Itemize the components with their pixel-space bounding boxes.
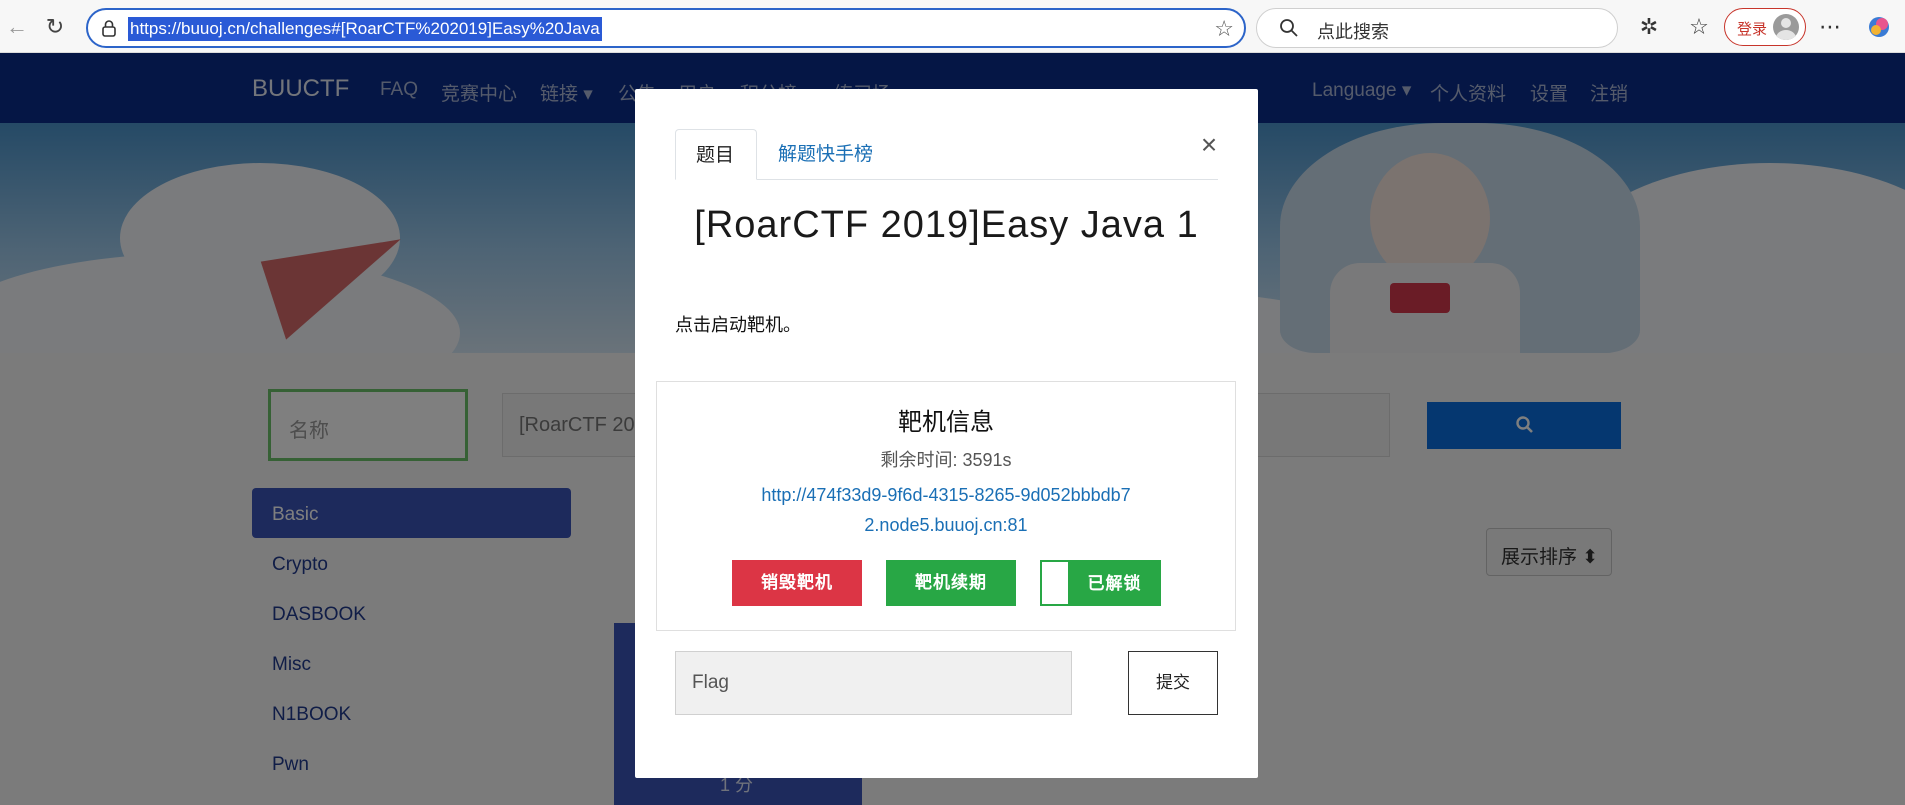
close-icon[interactable]: × — [1197, 131, 1221, 159]
profile-login-button[interactable]: 登录 — [1724, 8, 1806, 46]
challenge-modal: 题目 解题快手榜 × [RoarCTF 2019]Easy Java 1 点击启… — [635, 89, 1258, 778]
browser-search-box[interactable]: 点此搜索 — [1256, 8, 1618, 48]
favorites-icon[interactable]: ☆ — [1684, 12, 1714, 42]
flag-input[interactable]: Flag — [675, 651, 1072, 715]
target-time-left: 剩余时间: 3591s — [880, 450, 1012, 470]
target-url-link[interactable]: http://474f33d9-9f6d-4315-8265-9d052bbbd… — [757, 480, 1135, 540]
url-text[interactable]: https://buuoj.cn/challenges#[RoarCTF%202… — [128, 17, 602, 41]
copilot-icon[interactable] — [1864, 12, 1894, 42]
toggle-switch-knob — [1042, 562, 1068, 604]
target-machine-panel: 靶机信息 剩余时间: 3591s http://474f33d9-9f6d-43… — [656, 381, 1236, 631]
avatar-icon — [1773, 14, 1799, 40]
tab-solves-ranking[interactable]: 解题快手榜 — [758, 129, 893, 180]
browser-toolbar: ← ↻ https://buuoj.cn/challenges#[RoarCTF… — [0, 0, 1905, 53]
search-placeholder: 点此搜索 — [1317, 22, 1389, 42]
back-icon[interactable]: ← — [0, 10, 34, 44]
search-icon — [1280, 19, 1298, 37]
submit-flag-button[interactable]: 提交 — [1128, 651, 1218, 715]
destroy-target-button[interactable]: 销毁靶机 — [732, 560, 862, 606]
renew-target-button[interactable]: 靶机续期 — [886, 560, 1016, 606]
address-bar[interactable]: https://buuoj.cn/challenges#[RoarCTF%202… — [86, 8, 1246, 48]
login-label: 登录 — [1737, 21, 1768, 38]
unlocked-toggle[interactable]: 已解锁 — [1040, 560, 1161, 606]
more-menu-icon[interactable]: ⋯ — [1815, 12, 1845, 42]
lock-icon — [102, 20, 116, 37]
extensions-icon[interactable]: ✲ — [1634, 12, 1664, 42]
challenge-description: 点击启动靶机。 — [675, 315, 801, 335]
favorite-star-icon[interactable]: ☆ — [1214, 16, 1234, 42]
challenge-title: [RoarCTF 2019]Easy Java 1 — [694, 204, 1199, 246]
reload-icon[interactable]: ↻ — [38, 10, 72, 44]
unlocked-label: 已解锁 — [1087, 574, 1142, 593]
modal-tabs: 题目 解题快手榜 — [675, 129, 1218, 180]
target-info-heading: 靶机信息 — [898, 409, 994, 436]
tab-challenge[interactable]: 题目 — [675, 129, 757, 180]
